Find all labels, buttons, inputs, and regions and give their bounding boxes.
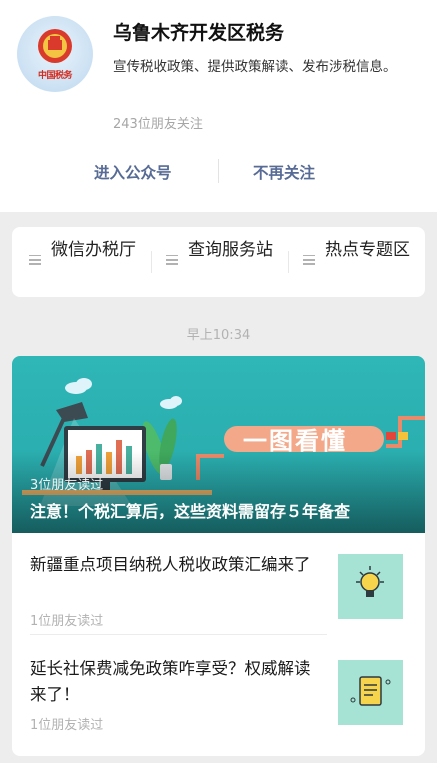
unfollow-button[interactable]: 不再关注 <box>253 161 315 183</box>
menu-divider <box>288 251 289 273</box>
featured-article-title: 注意！个税汇算后，这些资料需留存５年备查 <box>30 502 351 521</box>
article-item[interactable]: 新疆重点项目纳税人税收政策汇编来了 1位朋友读过 <box>12 552 425 656</box>
account-description: 宣传税收政策、提供政策解读、发布涉税信息。 <box>113 59 397 75</box>
enter-account-button[interactable]: 进入公众号 <box>94 161 172 183</box>
article-thumbnail <box>338 660 403 725</box>
account-avatar[interactable]: 中国税务 <box>17 16 93 92</box>
menu-divider <box>151 251 152 273</box>
lightbulb-icon <box>356 566 384 597</box>
article-title: 延长社保费减免政策咋享受？权威解读来了！ <box>30 659 311 704</box>
article-read-count: 1位朋友读过 <box>30 718 104 733</box>
actions-divider <box>218 159 219 183</box>
article-thumbnail <box>338 554 403 619</box>
article-item[interactable]: 延长社保费减免政策咋享受？权威解读来了！ 1位朋友读过 <box>12 656 425 756</box>
menu-item-wechat-tax-hall[interactable]: 微信办税厅 <box>29 239 147 287</box>
menu-icon <box>29 255 41 265</box>
article-divider <box>30 634 327 635</box>
article-title: 新疆重点项目纳税人税收政策汇编来了 <box>30 555 311 574</box>
featured-article[interactable]: 一图看懂 3位朋友读过 注意！个税汇算后，这些资料需留存５年备查 <box>12 356 425 533</box>
message-timestamp: 早上10:34 <box>186 328 251 343</box>
article-read-count: 1位朋友读过 <box>30 614 104 629</box>
menu-item-query-service[interactable]: 查询服务站 <box>166 239 284 287</box>
document-icon <box>350 676 391 706</box>
article-card: 一图看懂 3位朋友读过 注意！个税汇算后，这些资料需留存５年备查 新疆重点项目纳… <box>12 356 425 756</box>
menu-item-hot-topics[interactable]: 热点专题区 <box>303 239 421 287</box>
menu-icon <box>303 255 315 265</box>
menu-icon <box>166 255 178 265</box>
menu-item-label: 热点专题区 <box>325 240 410 260</box>
account-menu: 微信办税厅 查询服务站 热点专题区 <box>12 227 425 297</box>
menu-item-label: 查询服务站 <box>188 240 273 260</box>
featured-read-count: 3位朋友读过 <box>30 478 104 493</box>
account-actions: 进入公众号 不再关注 <box>0 155 437 189</box>
avatar-caption: 中国税务 <box>37 71 73 81</box>
followers-count: 243位朋友关注 <box>113 117 203 132</box>
menu-item-label: 微信办税厅 <box>51 240 136 260</box>
account-name: 乌鲁木齐开发区税务 <box>113 22 285 44</box>
account-header: 中国税务 乌鲁木齐开发区税务 宣传税收政策、提供政策解读、发布涉税信息。 243… <box>0 0 437 212</box>
